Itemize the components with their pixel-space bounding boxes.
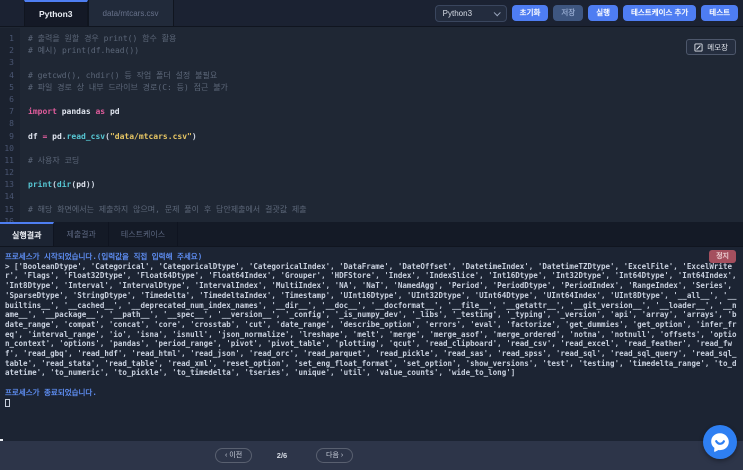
console-output[interactable]: 정지 프로세스가 시작되었습니다.(입력값을 직접 입력해 주세요) > ['B… (0, 247, 743, 441)
code-editor: 1 2 3 4 5 6 7 8 9 10 11 12 13 14 15 16 # 출력을 원할 경우 prin… (0, 28, 743, 222)
line-number: 7 (9, 107, 14, 117)
line-number: 14 (4, 192, 14, 202)
editor-tab-python3[interactable]: Python3 (24, 0, 88, 26)
line-number-gutter: 1 2 3 4 5 6 7 8 9 10 11 12 13 14 15 16 (0, 28, 20, 222)
line-number: 1 (9, 34, 14, 43)
result-panel-tabs: 실행결과 제출결과 테스트케이스 (0, 222, 743, 247)
stop-button[interactable]: 정지 (709, 250, 736, 263)
line-number: 5 (9, 82, 14, 92)
panel-tab-testcase[interactable]: 테스트케이스 (109, 222, 179, 246)
line-number: 6 (9, 94, 14, 104)
memo-button[interactable]: 메모장 (686, 39, 736, 55)
code-line: df = pd.read_csv("data/mtcars.csv") (28, 131, 197, 141)
prev-page-button[interactable]: ‹ 이전 (215, 448, 253, 463)
code-line: # 해당 화면에서는 제출하지 않으며, 문제 풀이 후 답안제출에서 결괏값 … (28, 204, 307, 214)
line-number: 8 (9, 119, 14, 129)
reset-button[interactable]: 초기화 (511, 5, 549, 21)
line-number: 13 (4, 180, 14, 190)
panel-tab-submit-result[interactable]: 제출결과 (54, 222, 109, 246)
run-button[interactable]: 실행 (588, 5, 618, 21)
language-select-value: Python3 (442, 8, 473, 18)
test-button[interactable]: 테스트 (701, 5, 738, 21)
code-line: import pandas as pd (28, 107, 120, 117)
line-number: 15 (4, 204, 14, 214)
line-number: 3 (9, 58, 14, 68)
line-number: 2 (9, 46, 14, 56)
line-number: 9 (9, 131, 14, 141)
code-line: # 사용자 코딩 (28, 155, 80, 165)
chevron-down-icon (493, 8, 501, 16)
topbar-controls: Python3 초기화 저장 실행 테스트케이스 추가 테스트 (434, 0, 743, 26)
pagination-bar: ‹ 이전 2/6 다음 › (0, 441, 743, 470)
language-select[interactable]: Python3 (434, 4, 507, 22)
memo-button-label: 메모장 (707, 42, 728, 52)
chat-bubble-icon (703, 425, 737, 459)
code-runner-app: Python3 data/mtcars.csv Python3 초기화 저장 실행… (0, 0, 743, 470)
panel-tab-run-result[interactable]: 실행결과 (0, 222, 55, 246)
topbar: Python3 data/mtcars.csv Python3 초기화 저장 실행… (0, 0, 743, 27)
editor-tabs: Python3 data/mtcars.csv (0, 0, 174, 26)
save-button[interactable]: 저장 (553, 5, 584, 21)
line-number: 10 (4, 143, 14, 153)
code-line: # 파일 경로 상 내부 드라이브 경로(C: 등) 접근 불가 (28, 82, 228, 92)
line-number: 12 (4, 168, 14, 178)
page-indicator: 2/6 (276, 451, 288, 460)
code-line: # 예시) print(df.head()) (28, 46, 140, 56)
memo-icon (694, 42, 703, 52)
console-cursor (5, 398, 10, 407)
code-line: print(dir(pd)) (28, 180, 96, 190)
next-page-button[interactable]: 다음 › (316, 448, 354, 463)
line-number: 11 (4, 155, 14, 165)
code-line: # 출력을 원할 경우 print() 함수 활용 (28, 34, 177, 43)
add-testcase-button[interactable]: 테스트케이스 추가 (623, 5, 697, 21)
code-line: # getcwd(), chdir() 등 작업 폴더 설정 불필요 (28, 70, 218, 80)
process-started-message: 프로세스가 시작되었습니다.(입력값을 직접 입력해 주세요) (5, 252, 203, 261)
line-number: 4 (9, 70, 14, 80)
code-area[interactable]: # 출력을 원할 경우 print() 함수 활용 # 예시) print(df.… (20, 28, 743, 222)
chat-widget-button[interactable] (703, 425, 737, 459)
dir-output: > ['BooleanDtype', 'Categorical', 'Categ… (5, 261, 742, 378)
process-finished-message: 프로세스가 종료되었습니다. (5, 387, 97, 397)
editor-tab-mtcars-csv[interactable]: data/mtcars.csv (87, 0, 174, 26)
